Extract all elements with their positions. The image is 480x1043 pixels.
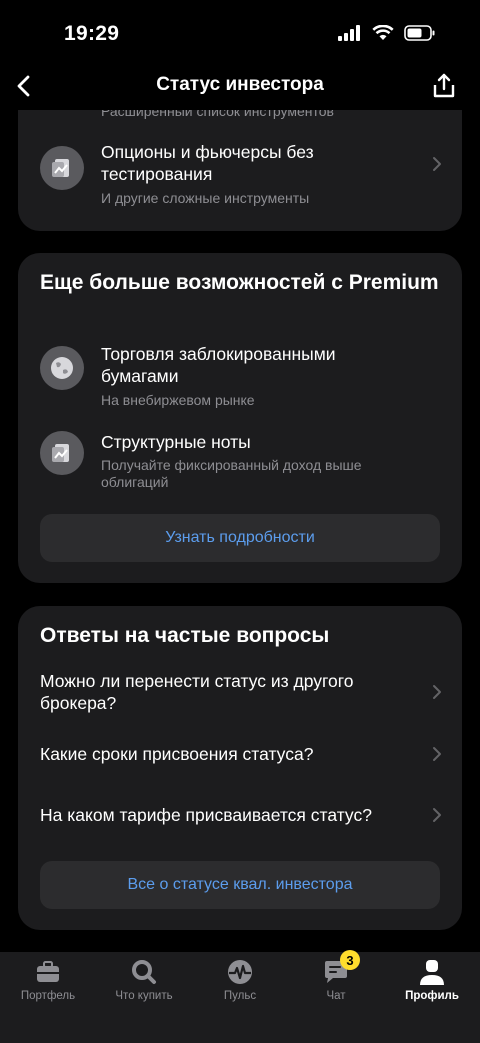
premium-title: Еще больше возможностей с Premium bbox=[40, 271, 439, 294]
list-item-subtitle: И другие сложные инструменты bbox=[101, 190, 310, 206]
faq-item[interactable]: На каком тарифе присваивается статус? bbox=[40, 804, 442, 826]
share-button[interactable] bbox=[432, 72, 456, 100]
tab-pulse[interactable]: Пульс bbox=[192, 958, 288, 1002]
tab-label: Чат bbox=[326, 990, 346, 1002]
chevron-right-icon bbox=[433, 808, 441, 822]
chevron-right-icon bbox=[433, 157, 441, 171]
learn-more-button[interactable]: Узнать подробности bbox=[40, 514, 440, 562]
faq-question: Какие сроки присвоения статуса? bbox=[40, 744, 314, 764]
pulse-icon bbox=[226, 958, 254, 986]
navigation-bar: Статус инвестора bbox=[0, 62, 480, 110]
tab-label: Профиль bbox=[405, 990, 459, 1002]
list-item-structured-notes[interactable]: Структурные ноты Получайте фиксированный… bbox=[40, 431, 442, 495]
page-title: Статус инвестора bbox=[156, 74, 324, 95]
list-item-title: Опционы и фьючерсы без тестирования bbox=[101, 142, 314, 184]
document-chart-icon bbox=[40, 431, 84, 475]
briefcase-icon bbox=[34, 958, 62, 986]
tab-portfolio[interactable]: Портфель bbox=[0, 958, 96, 1002]
chat-badge: 3 bbox=[340, 950, 360, 970]
search-icon bbox=[130, 958, 158, 986]
faq-question: На каком тарифе присваивается статус? bbox=[40, 805, 372, 825]
tab-chat[interactable]: 3 Чат bbox=[288, 950, 384, 1002]
cellular-signal-icon bbox=[338, 25, 360, 41]
profile-icon bbox=[418, 958, 446, 986]
card-premium: Еще больше возможностей с Premium Торгов… bbox=[18, 253, 462, 583]
document-chart-icon bbox=[40, 146, 84, 190]
chevron-right-icon bbox=[433, 747, 441, 761]
battery-icon bbox=[404, 25, 435, 41]
tab-label: Портфель bbox=[20, 990, 76, 1002]
list-item-blocked-securities[interactable]: Торговля заблокированными бумагами На вн… bbox=[40, 343, 442, 413]
faq-title: Ответы на частые вопросы bbox=[40, 624, 330, 647]
list-item-title: Структурные ноты bbox=[101, 432, 251, 452]
share-icon bbox=[433, 73, 455, 98]
list-item-subtitle: На внебиржевом рынке bbox=[101, 392, 255, 408]
qualified-investor-info-button[interactable]: Все о статусе квал. инвестора bbox=[40, 861, 440, 909]
globe-icon bbox=[40, 346, 84, 390]
previous-item-subtitle: Расширенный список инструментов bbox=[101, 110, 334, 119]
status-bar: 19:29 bbox=[0, 0, 480, 62]
faq-question: Можно ли перенести статус из другого бро… bbox=[40, 671, 354, 713]
tab-what-to-buy[interactable]: Что купить bbox=[96, 958, 192, 1002]
list-item-options-futures[interactable]: Опционы и фьючерсы без тестирования И др… bbox=[40, 141, 442, 221]
tab-label: Пульс bbox=[223, 990, 257, 1002]
list-item-title: Торговля заблокированными бумагами bbox=[101, 344, 336, 386]
scroll-content[interactable]: Расширенный список инструментов Опционы … bbox=[0, 110, 480, 952]
list-item-subtitle: Получайте фиксированный доход выше облиг… bbox=[101, 457, 362, 490]
chevron-right-icon bbox=[433, 685, 441, 699]
card-statuses: Расширенный список инструментов Опционы … bbox=[18, 110, 462, 231]
tab-bar: Портфель Что купить Пульс 3 Чат Профиль bbox=[0, 950, 480, 1043]
tab-label: Что купить bbox=[115, 990, 173, 1002]
status-time: 19:29 bbox=[64, 22, 120, 45]
tab-profile[interactable]: Профиль bbox=[384, 958, 480, 1002]
chat-icon: 3 bbox=[322, 950, 360, 986]
card-faq: Ответы на частые вопросы Можно ли перене… bbox=[18, 606, 462, 930]
wifi-icon bbox=[372, 25, 394, 40]
faq-item[interactable]: Можно ли перенести статус из другого бро… bbox=[40, 670, 442, 714]
faq-item[interactable]: Какие сроки присвоения статуса? bbox=[40, 743, 442, 765]
status-icons bbox=[338, 25, 436, 41]
